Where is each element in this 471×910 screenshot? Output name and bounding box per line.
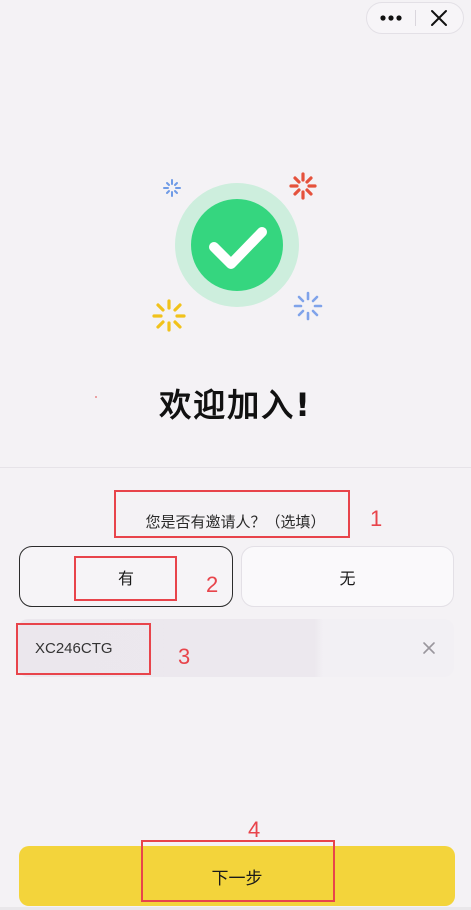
success-illustration	[152, 172, 323, 332]
sparkle-blue-small-icon	[163, 179, 181, 197]
more-options-button[interactable]	[367, 3, 415, 33]
option-no-button[interactable]: 无	[241, 546, 454, 607]
welcome-title: 欢迎加入!	[159, 386, 312, 424]
option-yes-button[interactable]: 有	[19, 546, 233, 607]
annotation-label-4: 4	[248, 817, 261, 842]
invite-code-field	[18, 619, 454, 677]
sparkle-yellow-icon	[152, 299, 186, 332]
clear-icon	[423, 642, 435, 654]
window-capsule	[366, 2, 464, 34]
sparkle-red-icon	[289, 172, 317, 200]
close-icon	[431, 10, 448, 26]
section-divider	[0, 467, 471, 468]
sparkle-blue-icon	[293, 291, 323, 321]
clear-input-button[interactable]	[420, 639, 438, 657]
check-circle-icon	[191, 199, 283, 291]
invite-code-input[interactable]	[18, 619, 398, 677]
next-step-button[interactable]: 下一步	[19, 846, 455, 906]
inviter-question: 您是否有邀请人？（选填）	[145, 513, 326, 531]
ellipsis-icon	[380, 15, 402, 21]
close-button[interactable]	[415, 3, 463, 33]
